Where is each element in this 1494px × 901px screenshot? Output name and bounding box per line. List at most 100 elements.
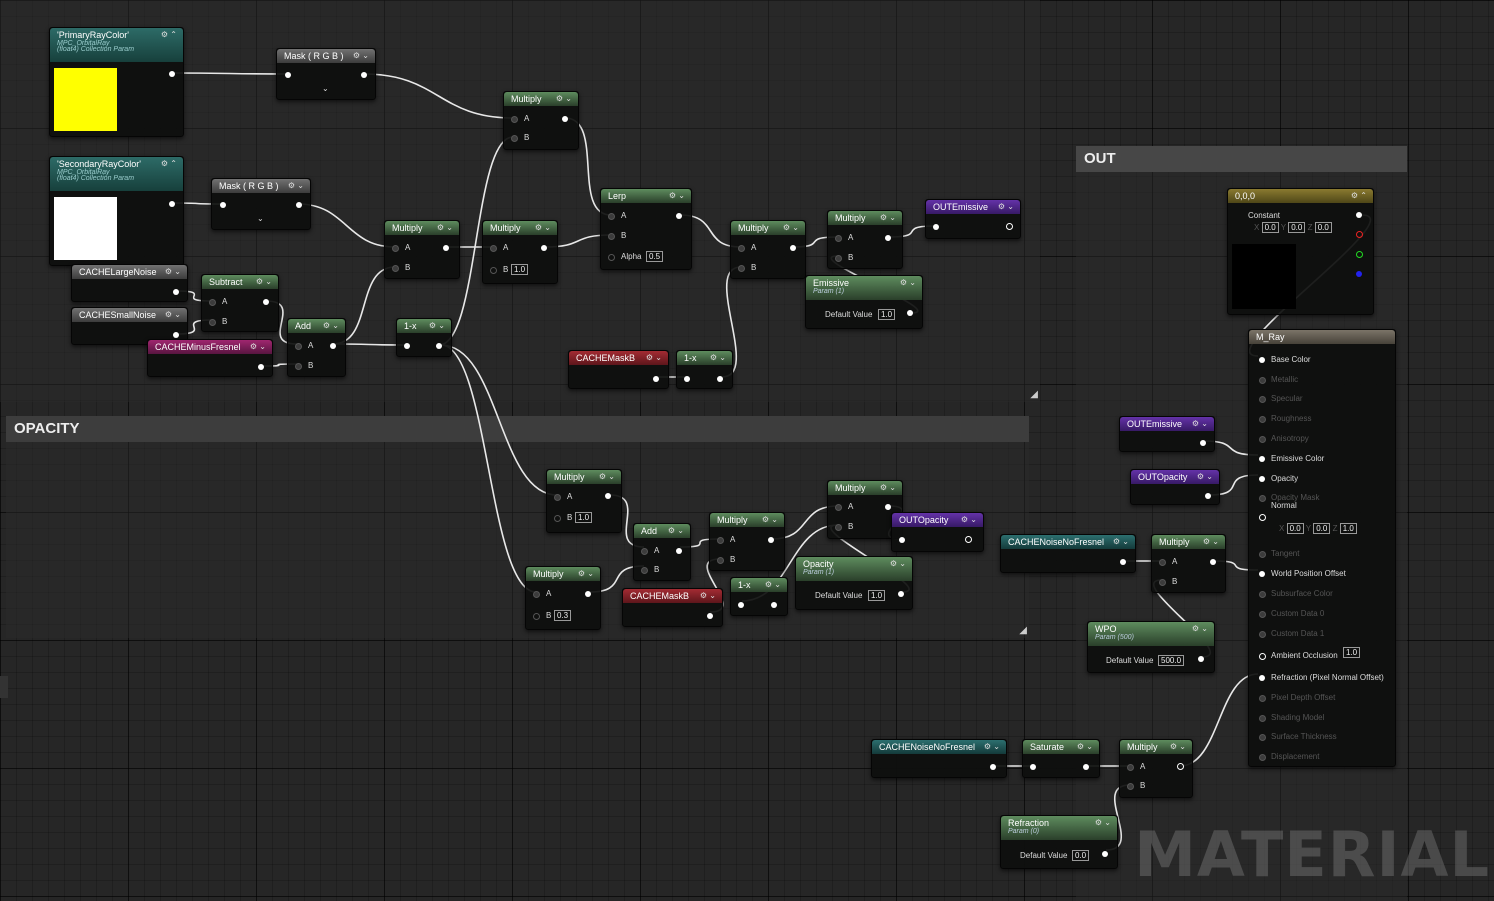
output-pin[interactable] [605,493,611,499]
node-out-opacity[interactable]: OUTOpacity ⚙ ⌄ [891,512,984,552]
input-pin-a[interactable] [641,548,648,555]
output-pin[interactable] [1210,559,1216,565]
node-lerp[interactable]: Lerp ⚙ ⌄ A B Alpha 0.5 [600,188,692,270]
input-pin-b[interactable] [641,567,648,574]
chevron-down-icon[interactable]: ⚙ ⌄ [765,578,781,592]
material-input-pin[interactable] [1259,715,1266,722]
output-pin[interactable] [1102,851,1108,857]
y-value-field[interactable]: 0.0 [1288,222,1306,233]
output-pin[interactable] [885,235,891,241]
node-primary-ray-color[interactable]: 'PrimaryRayColor' MPC_OrbitalRay (float4… [49,27,184,137]
input-pin-b[interactable] [738,265,745,272]
node-multiply[interactable]: Multiply ⚙ ⌄ A B [709,512,785,571]
ambient-occlusion-field[interactable]: 1.0 [1343,647,1361,658]
chevron-down-icon[interactable]: ⚙ ⌄ [961,513,977,527]
input-pin-b[interactable] [511,135,518,142]
default-value-field[interactable]: 1.0 [868,590,886,601]
node-constant[interactable]: 0,0,0 ⚙ ⌃ Constant X 0.0 Y 0.0 Z 0.0 [1227,188,1374,315]
node-mask-rgb[interactable]: Mask ( R G B ) ⚙ ⌄ ⌄ [276,48,376,100]
chevron-down-icon[interactable]: ⚙ ⌄ [880,211,896,225]
input-pin-a[interactable] [738,245,745,252]
chevron-down-icon[interactable]: ⚙ ⌄ [353,49,369,63]
material-input-pin[interactable] [1259,476,1265,482]
node-add[interactable]: Add ⚙ ⌄ A B [633,523,691,581]
output-pin-g[interactable] [1356,251,1363,258]
input-pin-a[interactable] [717,537,724,544]
material-input-pin[interactable] [1259,611,1266,618]
resize-handle[interactable]: ◢ [1030,389,1038,400]
chevron-down-icon[interactable]: ⚙ ⌄ [165,308,181,322]
node-one-minus[interactable]: 1-x ⚙ ⌄ [676,350,733,389]
input-pin-b[interactable] [392,265,399,272]
chevron-down-icon[interactable]: ⚙ ⌄ [762,513,778,527]
output-pin[interactable] [676,213,682,219]
node-multiply[interactable]: Multiply ⚙ ⌄ A B [730,220,806,279]
input-pin-alpha[interactable] [608,254,615,261]
output-pin[interactable] [436,343,442,349]
material-input-pin[interactable] [1259,357,1265,363]
input-pin[interactable] [738,602,744,608]
node-multiply[interactable]: Multiply ⚙ ⌄ A B [827,210,903,269]
node-opacity-param[interactable]: Opacity Param (1) ⚙ ⌄ Default Value 1.0 [795,556,913,610]
material-input-pin[interactable] [1259,416,1266,423]
input-pin-b[interactable] [835,255,842,262]
chevron-down-icon[interactable]: ⚙ ⌄ [256,275,272,289]
node-cache-mask-b[interactable]: CACHEMaskB ⚙ ⌄ [568,350,669,389]
material-input-pin[interactable] [1259,571,1265,577]
default-value-field[interactable]: 0.0 [1072,850,1090,861]
input-pin[interactable] [684,376,690,382]
normal-y-field[interactable]: 0.0 [1313,523,1331,534]
output-pin[interactable] [707,613,713,619]
chevron-down-icon[interactable]: ⚙ ⌄ [890,557,906,571]
node-cache-large-noise[interactable]: CACHELargeNoise ⚙ ⌄ [71,264,188,302]
alpha-value-field[interactable]: 0.5 [646,251,664,262]
node-secondary-ray-color[interactable]: 'SecondaryRayColor' MPC_OrbitalRay (floa… [49,156,184,266]
material-input-pin[interactable] [1259,495,1266,502]
material-input-pin[interactable] [1259,377,1266,384]
node-subtract[interactable]: Subtract ⚙ ⌄ A B [201,274,279,332]
expand-chevron-icon[interactable]: ⌄ [322,84,329,93]
output-pin[interactable] [1198,656,1204,662]
input-pin[interactable] [404,343,410,349]
output-pin[interactable] [173,332,179,338]
z-value-field[interactable]: 0.0 [1314,222,1332,233]
material-input-pin[interactable] [1259,675,1265,681]
chevron-down-icon[interactable]: ⚙ ⌄ [437,221,453,235]
chevron-down-icon[interactable]: ⚙ ⌄ [646,351,662,365]
input-pin-b[interactable] [717,557,724,564]
default-value-field[interactable]: 500.0 [1158,655,1185,666]
input-pin-a[interactable] [490,245,497,252]
input-pin-a[interactable] [209,299,216,306]
chevron-down-icon[interactable]: ⚙ ⌄ [1192,417,1208,431]
input-pin-b[interactable] [554,515,561,522]
chevron-down-icon[interactable]: ⚙ ⌄ [783,221,799,235]
output-pin[interactable] [885,504,891,510]
output-pin[interactable] [330,343,336,349]
output-pin[interactable] [541,245,547,251]
output-pin[interactable] [1177,763,1184,770]
output-pin[interactable] [169,201,175,207]
input-pin-b[interactable] [835,524,842,531]
output-pin[interactable] [1083,764,1089,770]
output-pin[interactable] [562,116,568,122]
b-value-field[interactable]: 1.0 [575,512,593,523]
comment-title-opacity[interactable]: OPACITY [6,416,1029,442]
output-pin[interactable] [361,72,367,78]
chevron-down-icon[interactable]: ⚙ ⌄ [668,524,684,538]
chevron-down-icon[interactable]: ⚙ ⌄ [1170,740,1186,754]
chevron-down-icon[interactable]: ⚙ ⌄ [669,189,685,203]
node-multiply[interactable]: Multiply ⚙ ⌄ A B [1151,534,1226,593]
input-pin-b[interactable] [295,363,302,370]
input-pin-a[interactable] [295,343,302,350]
output-pin[interactable] [790,245,796,251]
material-input-pin[interactable] [1259,754,1266,761]
output-pin[interactable] [768,537,774,543]
panel-edge-tab[interactable] [0,676,8,698]
output-pin[interactable] [1205,493,1211,499]
normal-z-field[interactable]: 1.0 [1339,523,1357,534]
input-pin[interactable] [285,72,291,78]
input-pin-a[interactable] [554,494,561,501]
node-cache-mask-b[interactable]: CACHEMaskB ⚙ ⌄ [622,588,723,627]
output-pin-rgb[interactable] [1356,212,1362,218]
chevron-down-icon[interactable]: ⚙ ⌄ [1192,622,1208,636]
